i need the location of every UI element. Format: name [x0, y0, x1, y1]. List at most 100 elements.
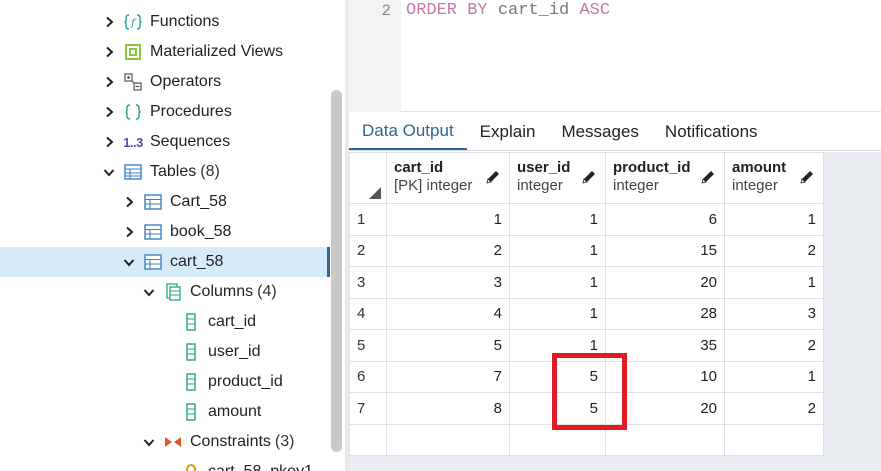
- row-number[interactable]: 1: [349, 203, 387, 236]
- cell-amount[interactable]: 3: [724, 297, 824, 330]
- cell-user-id[interactable]: 1: [509, 266, 606, 299]
- row-number[interactable]: 7: [349, 392, 387, 425]
- column-icon: [180, 341, 202, 363]
- cell-amount[interactable]: 1: [724, 266, 824, 299]
- tree-item-functions[interactable]: f Functions: [0, 7, 330, 37]
- chevron-down-icon[interactable]: [120, 247, 138, 277]
- cell-cart-id[interactable]: 8: [386, 392, 510, 425]
- pencil-icon[interactable]: [799, 169, 815, 185]
- tree-item-book-58[interactable]: book_58: [0, 217, 330, 247]
- tree-scrollbar[interactable]: [331, 90, 342, 452]
- tree-item-label: Cart_58: [170, 193, 227, 210]
- sequences-glyph: 1..3: [123, 134, 143, 150]
- chevron-down-icon[interactable]: [100, 157, 118, 187]
- tree-item-count: (4): [257, 283, 277, 300]
- column-icon: [180, 401, 202, 423]
- chevron-right-icon[interactable]: [100, 67, 118, 97]
- tab-messages[interactable]: Messages: [548, 114, 651, 150]
- tree-item-materialized-views[interactable]: Materialized Views: [0, 37, 330, 67]
- cell-amount[interactable]: 1: [724, 203, 824, 236]
- tree-item-label: Functions: [150, 13, 220, 30]
- cell-user-id[interactable]: 1: [509, 203, 606, 236]
- sql-keyword-asc: ASC: [579, 1, 611, 20]
- tree-item-cart-58-pkey1[interactable]: cart_58_pkey1: [0, 457, 330, 471]
- cell-cart-id[interactable]: 2: [386, 234, 510, 267]
- tree-item-cart-58[interactable]: Cart_58: [0, 187, 330, 217]
- cell-user-id[interactable]: 1: [509, 234, 606, 267]
- cell-cart-id[interactable]: 3: [386, 266, 510, 299]
- cell-amount[interactable]: 2: [724, 329, 824, 362]
- row-number[interactable]: 5: [349, 329, 387, 362]
- cell-amount[interactable]: 2: [724, 392, 824, 425]
- chevron-down-icon[interactable]: [140, 277, 158, 307]
- grid-header-row: cart_id [PK] integer user_id integer pro…: [349, 152, 824, 204]
- tree-item-label: Constraints: [190, 433, 271, 450]
- tree-item-label: product_id: [208, 373, 283, 390]
- tree-item-columns[interactable]: Columns (4): [0, 277, 330, 307]
- table-row[interactable]: 3 3 1 20 1: [349, 266, 824, 299]
- select-all-triangle-icon: [369, 187, 381, 199]
- tab-explain[interactable]: Explain: [467, 114, 549, 150]
- procedures-icon: [122, 101, 144, 123]
- table-row[interactable]: 2 2 1 15 2: [349, 234, 824, 267]
- cell-cart-id[interactable]: 7: [386, 360, 510, 393]
- cell-user-id[interactable]: 1: [509, 297, 606, 330]
- cell-cart-id[interactable]: 4: [386, 297, 510, 330]
- select-all-corner[interactable]: [349, 152, 387, 204]
- column-header-cart-id[interactable]: cart_id [PK] integer: [386, 152, 510, 204]
- pencil-icon[interactable]: [700, 169, 716, 185]
- column-icon: [180, 371, 202, 393]
- tab-data-output[interactable]: Data Output: [349, 114, 467, 150]
- column-header-user-id[interactable]: user_id integer: [509, 152, 606, 204]
- editor-gutter: 2: [349, 0, 401, 112]
- cell-cart-id[interactable]: 5: [386, 329, 510, 362]
- row-number[interactable]: 4: [349, 297, 387, 330]
- empty-cell: [386, 423, 510, 456]
- svg-text:f: f: [130, 18, 137, 29]
- table-row[interactable]: 4 4 1 28 3: [349, 297, 824, 330]
- tree-item-user-id[interactable]: user_id: [0, 337, 330, 367]
- chevron-right-icon[interactable]: [120, 187, 138, 217]
- tree-item-label: Tables: [150, 163, 197, 180]
- cell-amount[interactable]: 1: [724, 360, 824, 393]
- chevron-down-icon[interactable]: [140, 427, 158, 457]
- cell-cart-id[interactable]: 1: [386, 203, 510, 236]
- row-number[interactable]: 3: [349, 266, 387, 299]
- chevron-right-icon[interactable]: [100, 37, 118, 67]
- line-number: 2: [381, 2, 391, 20]
- tree-item-amount[interactable]: amount: [0, 397, 330, 427]
- code-line[interactable]: ORDER BY cart_id ASC: [406, 0, 610, 22]
- pencil-icon[interactable]: [485, 169, 501, 185]
- column-header-amount[interactable]: amount integer: [724, 152, 824, 204]
- cell-amount[interactable]: 2: [724, 234, 824, 267]
- tree-item-label: cart_id: [208, 313, 257, 330]
- tree-item-cart-58[interactable]: cart_58: [0, 247, 330, 277]
- table-icon: [142, 251, 164, 273]
- column-header-product-id[interactable]: product_id integer: [605, 152, 725, 204]
- tree-item-procedures[interactable]: Procedures: [0, 97, 330, 127]
- pencil-icon[interactable]: [581, 169, 597, 185]
- tree-item-operators[interactable]: Operators: [0, 67, 330, 97]
- cell-product-id[interactable]: 20: [605, 266, 725, 299]
- chevron-right-icon[interactable]: [120, 217, 138, 247]
- chevron-right-icon[interactable]: [100, 7, 118, 37]
- row-number[interactable]: 6: [349, 360, 387, 393]
- tree-item-constraints[interactable]: Constraints (3): [0, 427, 330, 457]
- cell-product-id[interactable]: 6: [605, 203, 725, 236]
- row-number[interactable]: 2: [349, 234, 387, 267]
- tree-item-label: cart_58: [170, 253, 224, 270]
- chevron-right-icon[interactable]: [100, 127, 118, 157]
- sql-editor[interactable]: 2 ORDER BY cart_id ASC: [349, 0, 881, 112]
- column-icon: [180, 311, 202, 333]
- chevron-right-icon[interactable]: [100, 97, 118, 127]
- tree-item-tables[interactable]: Tables (8): [0, 157, 330, 187]
- sql-identifier: cart_id: [497, 1, 570, 20]
- tab-notifications[interactable]: Notifications: [652, 114, 771, 150]
- cell-product-id[interactable]: 28: [605, 297, 725, 330]
- tree-item-cart-id[interactable]: cart_id: [0, 307, 330, 337]
- table-row[interactable]: 11161: [349, 203, 824, 236]
- tree-item-product-id[interactable]: product_id: [0, 367, 330, 397]
- tree-item-label: Sequences: [150, 133, 231, 150]
- tree-item-sequences[interactable]: 1..3 Sequences: [0, 127, 330, 157]
- cell-product-id[interactable]: 15: [605, 234, 725, 267]
